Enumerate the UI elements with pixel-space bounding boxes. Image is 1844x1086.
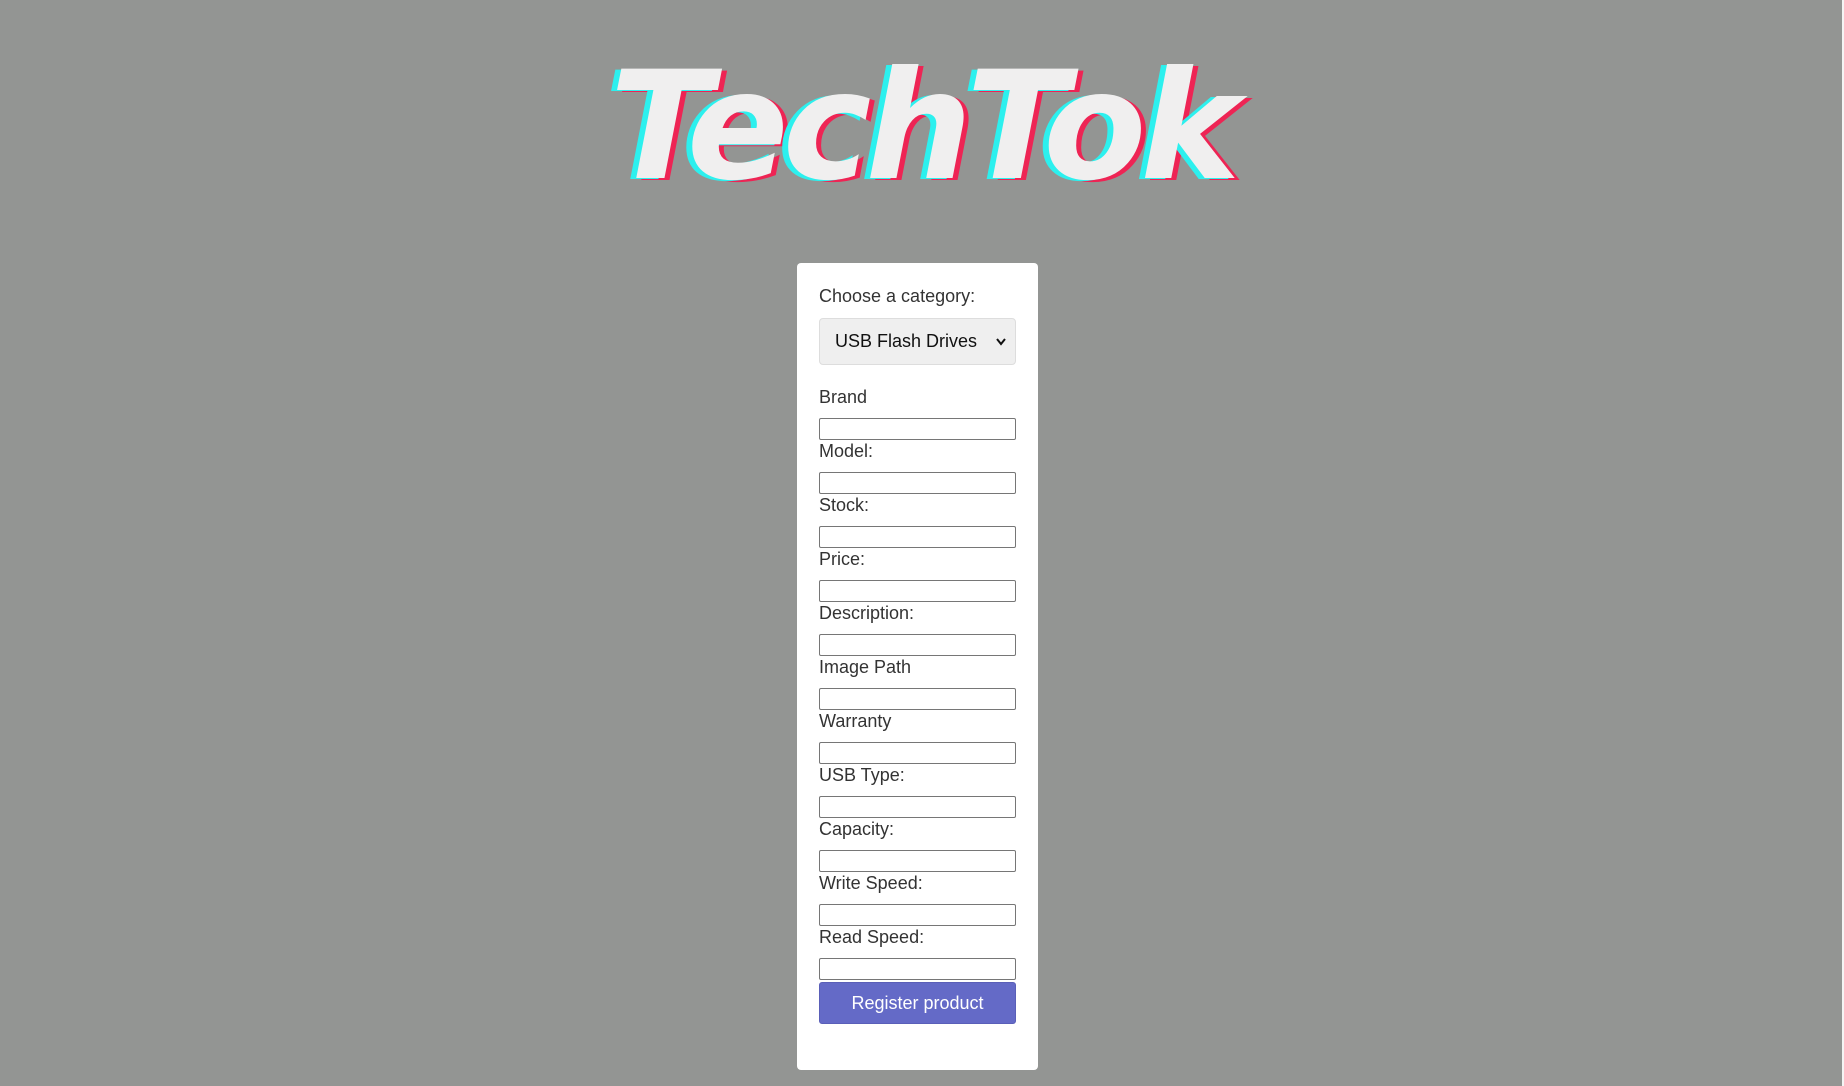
- price-input[interactable]: [819, 580, 1016, 602]
- page: TechTok Choose a category: USB Flash Dri…: [0, 0, 1844, 1086]
- product-registration-form: Choose a category: USB Flash Drives Bran…: [797, 263, 1038, 1070]
- description-input[interactable]: [819, 634, 1016, 656]
- techtok-logo: TechTok: [609, 40, 1240, 214]
- write-speed-input[interactable]: [819, 904, 1016, 926]
- stock-input[interactable]: [819, 526, 1016, 548]
- usb-type-input[interactable]: [819, 796, 1016, 818]
- register-product-button[interactable]: Register product: [819, 982, 1016, 1024]
- warranty-input[interactable]: [819, 742, 1016, 764]
- category-selected-value: USB Flash Drives: [835, 331, 978, 351]
- capacity-input[interactable]: [819, 850, 1016, 872]
- product-fields: Brand Model: Stock: Price: Description: …: [819, 386, 1016, 1024]
- model-input[interactable]: [819, 472, 1016, 494]
- image-path-label: Image Path: [819, 657, 912, 677]
- write-speed-label: Write Speed:: [819, 873, 923, 893]
- price-label: Price:: [819, 549, 866, 569]
- warranty-label: Warranty: [819, 711, 892, 731]
- model-label: Model:: [819, 441, 874, 461]
- chevron-down-icon: [995, 319, 1007, 382]
- category-select[interactable]: USB Flash Drives: [819, 318, 1016, 365]
- read-speed-input[interactable]: [819, 958, 1016, 980]
- usb-type-label: USB Type:: [819, 765, 905, 785]
- description-label: Description:: [819, 603, 915, 623]
- brand-label: Brand: [819, 387, 868, 407]
- stock-label: Stock:: [819, 495, 870, 515]
- category-label: Choose a category:: [819, 286, 976, 306]
- read-speed-label: Read Speed:: [819, 927, 925, 947]
- image-path-input[interactable]: [819, 688, 1016, 710]
- capacity-label: Capacity:: [819, 819, 895, 839]
- brand-input[interactable]: [819, 418, 1016, 440]
